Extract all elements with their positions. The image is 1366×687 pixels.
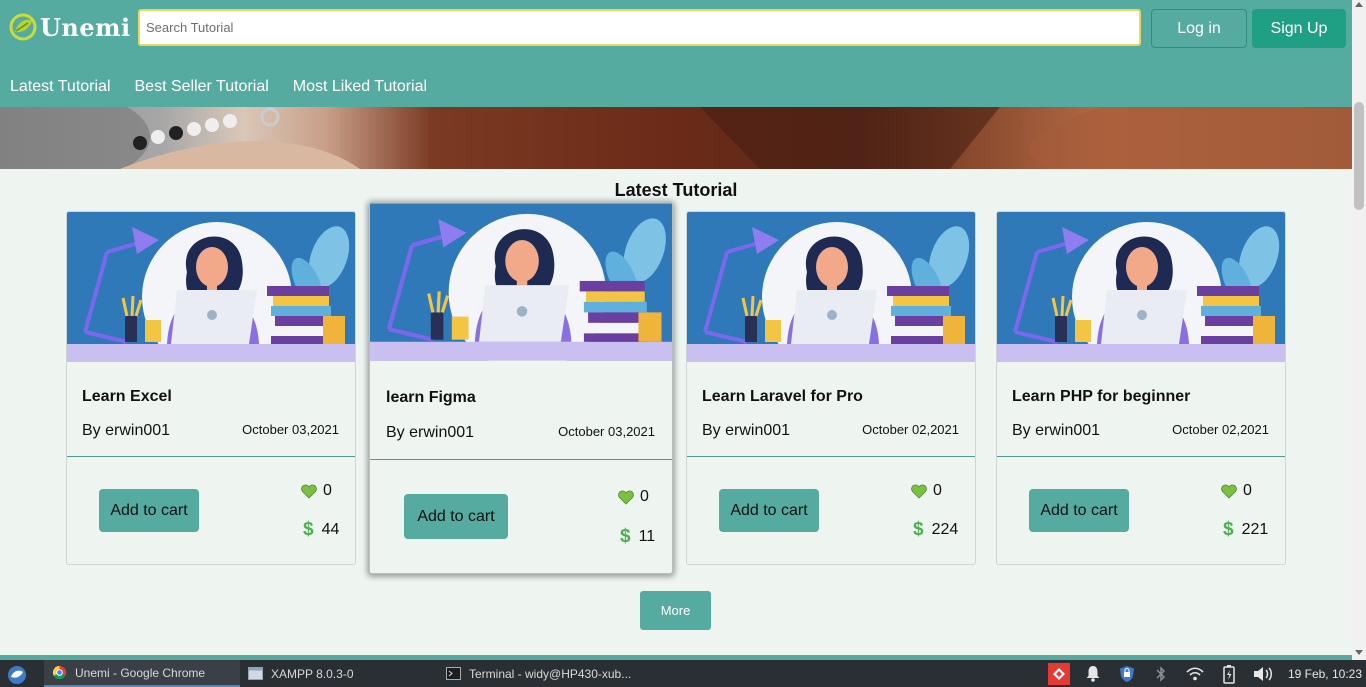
course-card[interactable]: Learn Laravel for Pro By erwin001 Octobe… (686, 211, 976, 565)
dollar-icon: $ (620, 526, 631, 547)
course-author: By erwin001 (386, 424, 475, 441)
taskbar-item-chrome[interactable]: Unemi - Google Chrome (44, 660, 240, 687)
course-thumbnail[interactable] (370, 203, 672, 361)
likes-value: 0 (1243, 482, 1252, 499)
leaf-logo-icon (9, 13, 37, 41)
battery-icon[interactable] (1216, 660, 1242, 687)
dollar-icon: $ (303, 519, 314, 540)
nav-most-liked-tutorial[interactable]: Most Liked Tutorial (293, 78, 427, 96)
add-to-cart-button[interactable]: Add to cart (404, 494, 508, 539)
add-to-cart-button[interactable]: Add to cart (719, 489, 819, 532)
terminal-icon (446, 667, 461, 680)
taskbar-item-terminal[interactable]: Terminal - widy@HP430-xub... (438, 660, 638, 687)
price: $ 221 (1223, 519, 1268, 541)
likes-value: 0 (323, 482, 332, 499)
logo-text: Unemi (40, 12, 131, 42)
course-author: By erwin001 (82, 422, 171, 439)
card-divider (67, 456, 355, 457)
signup-button[interactable]: Sign Up (1252, 9, 1346, 48)
taskbar: Unemi - Google Chrome XAMPP 8.0.3-0 Term… (0, 660, 1366, 687)
course-title[interactable]: learn Figma (386, 389, 476, 407)
hero-banner-image (0, 107, 1352, 169)
nav-latest-tutorial[interactable]: Latest Tutorial (10, 78, 111, 96)
likes-count[interactable]: 0 (301, 482, 332, 500)
taskbar-item-xampp[interactable]: XAMPP 8.0.3-0 (240, 660, 436, 687)
likes-count[interactable]: 0 (911, 482, 942, 500)
add-to-cart-button[interactable]: Add to cart (1029, 489, 1129, 532)
course-thumbnail[interactable] (997, 212, 1285, 362)
page-scrollbar[interactable] (1352, 0, 1366, 660)
price-value: 221 (1241, 521, 1269, 538)
course-thumbnail[interactable] (687, 212, 975, 362)
course-title[interactable]: Learn Laravel for Pro (702, 388, 863, 406)
course-card[interactable]: Learn Excel By erwin001 October 03,2021 … (66, 211, 356, 565)
likes-count[interactable]: 0 (618, 488, 649, 506)
dollar-icon: $ (1223, 519, 1234, 540)
taskbar-item-label: Unemi - Google Chrome (75, 665, 206, 680)
scroll-thumb[interactable] (1354, 102, 1364, 210)
scroll-down-arrow-icon[interactable] (1355, 650, 1363, 655)
likes-value: 0 (640, 488, 649, 505)
clock[interactable]: 19 Feb, 10:23 (1288, 667, 1362, 681)
price: $ 11 (620, 526, 655, 548)
card-divider (997, 456, 1285, 457)
hero-image-detail (0, 107, 1352, 169)
price-value: 224 (931, 521, 959, 538)
main-nav: Latest Tutorial Best Seller Tutorial Mos… (10, 78, 451, 96)
course-card[interactable]: Learn PHP for beginner By erwin001 Octob… (996, 211, 1286, 565)
chrome-icon (52, 665, 67, 680)
course-date: October 03,2021 (558, 424, 655, 439)
course-author: By erwin001 (1012, 422, 1101, 439)
course-author: By erwin001 (702, 422, 791, 439)
course-date: October 03,2021 (242, 422, 339, 437)
shield-icon[interactable] (1114, 660, 1140, 687)
logo[interactable]: Unemi (8, 12, 131, 42)
price: $ 44 (303, 519, 339, 541)
course-title[interactable]: Learn PHP for beginner (1012, 388, 1190, 406)
volume-icon[interactable] (1250, 660, 1276, 687)
system-tray: 19 Feb, 10:23 (1047, 660, 1366, 687)
dollar-icon: $ (913, 519, 924, 540)
likes-value: 0 (933, 482, 942, 499)
heart-icon (1221, 484, 1237, 499)
bluetooth-icon[interactable] (1148, 660, 1174, 687)
scroll-up-arrow-icon[interactable] (1355, 2, 1363, 7)
start-menu-icon[interactable] (4, 663, 30, 685)
more-button[interactable]: More (640, 591, 711, 630)
login-button[interactable]: Log in (1151, 9, 1247, 48)
nav-best-seller-tutorial[interactable]: Best Seller Tutorial (135, 78, 269, 96)
anydesk-icon[interactable] (1047, 662, 1070, 685)
heart-icon (301, 484, 317, 499)
course-date: October 02,2021 (1172, 422, 1269, 437)
window-icon (248, 667, 263, 680)
heart-icon (618, 490, 634, 505)
notification-bell-icon[interactable] (1080, 660, 1106, 687)
card-divider (370, 459, 672, 460)
taskbar-item-label: Terminal - widy@HP430-xub... (469, 666, 632, 681)
card-divider (687, 456, 975, 457)
course-date: October 02,2021 (862, 422, 959, 437)
price-value: 44 (321, 521, 340, 538)
add-to-cart-button[interactable]: Add to cart (99, 489, 199, 532)
search-input[interactable] (138, 9, 1141, 46)
wifi-icon[interactable] (1182, 660, 1208, 687)
course-thumbnail[interactable] (67, 212, 355, 362)
price-value: 11 (638, 528, 656, 545)
header: Unemi Log in Sign Up Latest Tutorial Bes… (0, 0, 1352, 107)
heart-icon (911, 484, 927, 499)
course-card[interactable]: learn Figma By erwin001 October 03,2021 … (369, 202, 673, 574)
course-title[interactable]: Learn Excel (82, 388, 172, 406)
likes-count[interactable]: 0 (1221, 482, 1252, 500)
section-title: Latest Tutorial (614, 180, 738, 200)
taskbar-item-label: XAMPP 8.0.3-0 (271, 666, 354, 681)
price: $ 224 (913, 519, 958, 541)
